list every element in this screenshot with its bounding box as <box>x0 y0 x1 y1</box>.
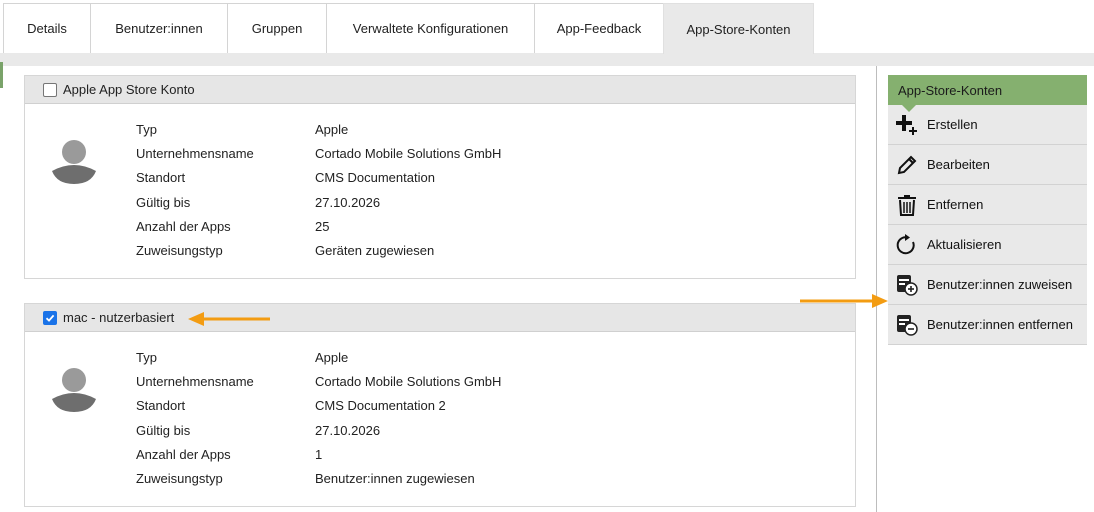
card-body: Typ Apple Unternehmensname Cortado Mobile … <box>25 332 855 506</box>
tab-gruppen[interactable]: Gruppen <box>227 3 327 53</box>
card-header: mac - nutzerbasiert <box>25 304 855 332</box>
refresh-button[interactable]: Aktualisieren <box>888 225 1087 265</box>
trash-icon <box>896 194 918 216</box>
field-label: Standort <box>136 170 186 186</box>
sidebar-title-text: App-Store-Konten <box>898 82 1003 98</box>
tab-label: App-Store-Konten <box>686 21 791 37</box>
field-label: Unternehmensname <box>136 145 254 161</box>
tab-bar: Details Benutzer:innen Gruppen Verwaltet… <box>0 0 1094 66</box>
remove-label: Entfernen <box>927 197 984 212</box>
field-row: Gültig bis 27.10.2026 <box>136 418 501 442</box>
edit-label: Bearbeiten <box>927 157 990 172</box>
field-row: Typ Apple <box>136 117 501 141</box>
field-value: CMS Documentation <box>315 170 435 186</box>
remove-users-icon <box>896 314 918 336</box>
field-value: Cortado Mobile Solutions GmbH <box>315 145 502 161</box>
tab-app-store-konten[interactable]: App-Store-Konten <box>663 3 814 54</box>
field-label: Zuweisungstyp <box>136 243 223 259</box>
assign-users-icon <box>896 274 918 296</box>
action-sidebar: App-Store-Konten Erstellen Bearbeiten En… <box>888 75 1087 345</box>
tab-details[interactable]: Details <box>3 3 91 53</box>
remove-users-label: Benutzer:innen entfernen <box>927 317 1073 332</box>
user-avatar-icon <box>52 368 96 412</box>
field-row: Anzahl der Apps 1 <box>136 442 501 466</box>
panel-divider <box>876 66 877 512</box>
field-label: Standort <box>136 398 186 414</box>
field-row: Standort CMS Documentation 2 <box>136 394 501 418</box>
field-row: Unternehmensname Cortado Mobile Solutions… <box>136 141 501 165</box>
field-row: Zuweisungstyp Benutzer:innen zugewiesen <box>136 466 501 490</box>
field-label: Gültig bis <box>136 194 191 210</box>
field-label: Zuweisungstyp <box>136 471 223 487</box>
field-row: Zuweisungstyp Geräten zugewiesen <box>136 238 501 262</box>
tab-label: Gruppen <box>251 21 303 36</box>
user-avatar-icon <box>52 140 96 184</box>
tab-app-feedback[interactable]: App-Feedback <box>534 3 664 53</box>
field-label: Gültig bis <box>136 422 191 438</box>
tab-benutzer[interactable]: Benutzer:innen <box>90 3 228 53</box>
card-header: Apple App Store Konto <box>25 76 855 104</box>
account-checkbox[interactable] <box>43 310 57 325</box>
field-value: Benutzer:innen zugewiesen <box>315 471 475 487</box>
refresh-icon <box>896 233 918 256</box>
field-row: Gültig bis 27.10.2026 <box>136 190 501 214</box>
remove-users-button[interactable]: Benutzer:innen entfernen <box>888 305 1087 345</box>
sidebar-title: App-Store-Konten <box>888 75 1087 112</box>
field-label: Typ <box>136 121 157 137</box>
account-checkbox[interactable] <box>43 82 57 97</box>
field-label: Anzahl der Apps <box>136 218 231 234</box>
field-value: Apple <box>315 121 349 137</box>
field-value: Cortado Mobile Solutions GmbH <box>315 373 502 389</box>
remove-button[interactable]: Entfernen <box>888 185 1087 225</box>
field-value: 1 <box>315 446 323 462</box>
field-row: Typ Apple <box>136 345 501 369</box>
tab-bar-underline <box>0 53 1094 66</box>
account-fields: Typ Apple Unternehmensname Cortado Mobile … <box>136 117 501 263</box>
field-value: Geräten zugewiesen <box>315 243 435 259</box>
pencil-icon <box>896 154 918 176</box>
field-label: Typ <box>136 349 157 365</box>
card-body: Typ Apple Unternehmensname Cortado Mobile … <box>25 104 855 278</box>
field-value: 27.10.2026 <box>315 194 381 210</box>
assign-users-button[interactable]: Benutzer:innen zuweisen <box>888 265 1087 305</box>
account-fields: Typ Apple Unternehmensname Cortado Mobile … <box>136 345 501 491</box>
field-label: Unternehmensname <box>136 373 254 389</box>
edit-button[interactable]: Bearbeiten <box>888 145 1087 185</box>
plus-icon <box>896 114 918 136</box>
assign-users-label: Benutzer:innen zuweisen <box>927 277 1073 292</box>
account-card: Apple App Store Konto Typ Apple Unternehm… <box>24 75 856 279</box>
field-value: CMS Documentation 2 <box>315 398 446 414</box>
field-value: 25 <box>315 218 330 234</box>
account-title: Apple App Store Konto <box>63 82 195 97</box>
annotation-arrow-right-icon <box>800 294 888 308</box>
create-label: Erstellen <box>927 117 978 132</box>
create-button[interactable]: Erstellen <box>888 105 1087 145</box>
account-card: mac - nutzerbasiert Typ Apple Unternehmen… <box>24 303 856 507</box>
tab-verwaltete-konfigurationen[interactable]: Verwaltete Konfigurationen <box>326 3 535 53</box>
refresh-label: Aktualisieren <box>927 237 1002 252</box>
field-label: Anzahl der Apps <box>136 446 231 462</box>
annotation-arrow-left-icon <box>188 312 270 326</box>
field-row: Unternehmensname Cortado Mobile Solutions… <box>136 369 501 393</box>
tab-label: Details <box>27 21 67 36</box>
tab-label: Verwaltete Konfigurationen <box>352 21 509 36</box>
field-value: 27.10.2026 <box>315 422 381 438</box>
account-title: mac - nutzerbasiert <box>63 310 175 325</box>
tab-label: Benutzer:innen <box>115 21 203 36</box>
field-row: Standort CMS Documentation <box>136 166 501 190</box>
field-value: Apple <box>315 349 349 365</box>
tab-label: App-Feedback <box>556 21 642 36</box>
field-row: Anzahl der Apps 25 <box>136 214 501 238</box>
